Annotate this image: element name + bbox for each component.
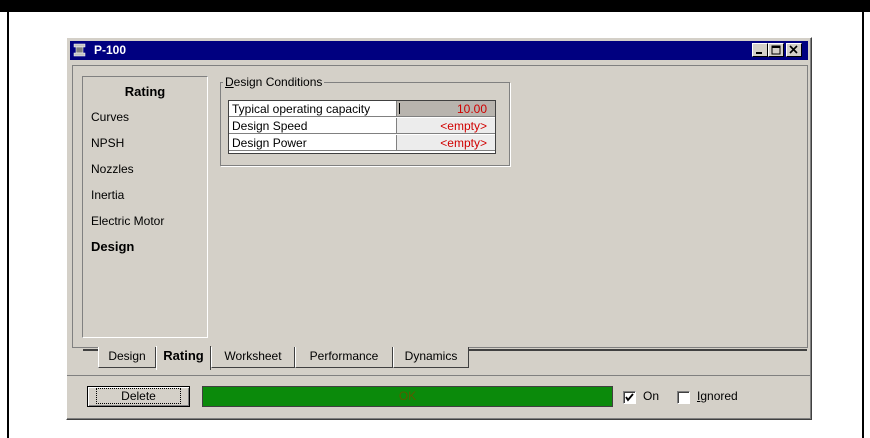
- tab-worksheet[interactable]: Worksheet: [211, 347, 295, 368]
- grid-row[interactable]: Design Speed <empty>: [229, 118, 495, 135]
- on-label[interactable]: On: [643, 389, 659, 403]
- typical-operating-capacity-cell[interactable]: 10.00: [397, 101, 495, 117]
- grid-row[interactable]: Typical operating capacity 10.00: [229, 101, 495, 118]
- close-button[interactable]: [786, 43, 802, 57]
- page-item-nozzles[interactable]: Nozzles: [91, 162, 134, 176]
- maximize-button[interactable]: [768, 43, 784, 57]
- tab-rating[interactable]: Rating: [156, 346, 211, 370]
- grid-row-name: Design Power: [229, 135, 397, 151]
- grid-row[interactable]: Design Power <empty>: [229, 135, 495, 152]
- left-border: [7, 12, 9, 438]
- page-item-electric-motor[interactable]: Electric Motor: [91, 214, 164, 228]
- pump-icon: [73, 43, 86, 57]
- ignored-checkbox[interactable]: [677, 391, 690, 404]
- design-speed-cell[interactable]: <empty>: [397, 118, 495, 134]
- ignored-label[interactable]: Ignored: [697, 389, 738, 403]
- page-list-header: Rating: [124, 84, 166, 99]
- property-window: P-100 Rating Curves NPSH Nozzles Inertia…: [66, 37, 812, 420]
- on-checkbox[interactable]: [623, 391, 636, 404]
- design-power-cell[interactable]: <empty>: [397, 135, 495, 151]
- title-bar[interactable]: P-100: [70, 41, 808, 60]
- tab-performance[interactable]: Performance: [295, 347, 393, 368]
- minimize-button[interactable]: [752, 43, 768, 57]
- page-list: Rating Curves NPSH Nozzles Inertia Elect…: [82, 76, 208, 338]
- tab-design[interactable]: Design: [98, 347, 156, 368]
- maximize-icon: [771, 45, 781, 55]
- page-item-design[interactable]: Design: [91, 239, 134, 254]
- status-bar: OK: [202, 386, 613, 407]
- status-divider: [67, 375, 811, 376]
- close-icon: [789, 45, 798, 54]
- checkmark-icon: [625, 393, 634, 402]
- minimize-icon: [756, 52, 762, 54]
- grid-row-name: Typical operating capacity: [229, 101, 397, 117]
- page-item-curves[interactable]: Curves: [91, 110, 129, 124]
- design-conditions-grid: Typical operating capacity 10.00 Design …: [228, 100, 496, 154]
- window-title: P-100: [94, 43, 127, 57]
- page-item-inertia[interactable]: Inertia: [91, 188, 124, 202]
- tab-dynamics[interactable]: Dynamics: [393, 347, 469, 368]
- top-border: [0, 0, 870, 12]
- grid-row-name: Design Speed: [229, 118, 397, 134]
- design-conditions-legend: Design Conditions: [223, 75, 325, 89]
- delete-button[interactable]: Delete: [87, 386, 190, 407]
- page-item-npsh[interactable]: NPSH: [91, 136, 124, 150]
- right-border: [862, 12, 864, 438]
